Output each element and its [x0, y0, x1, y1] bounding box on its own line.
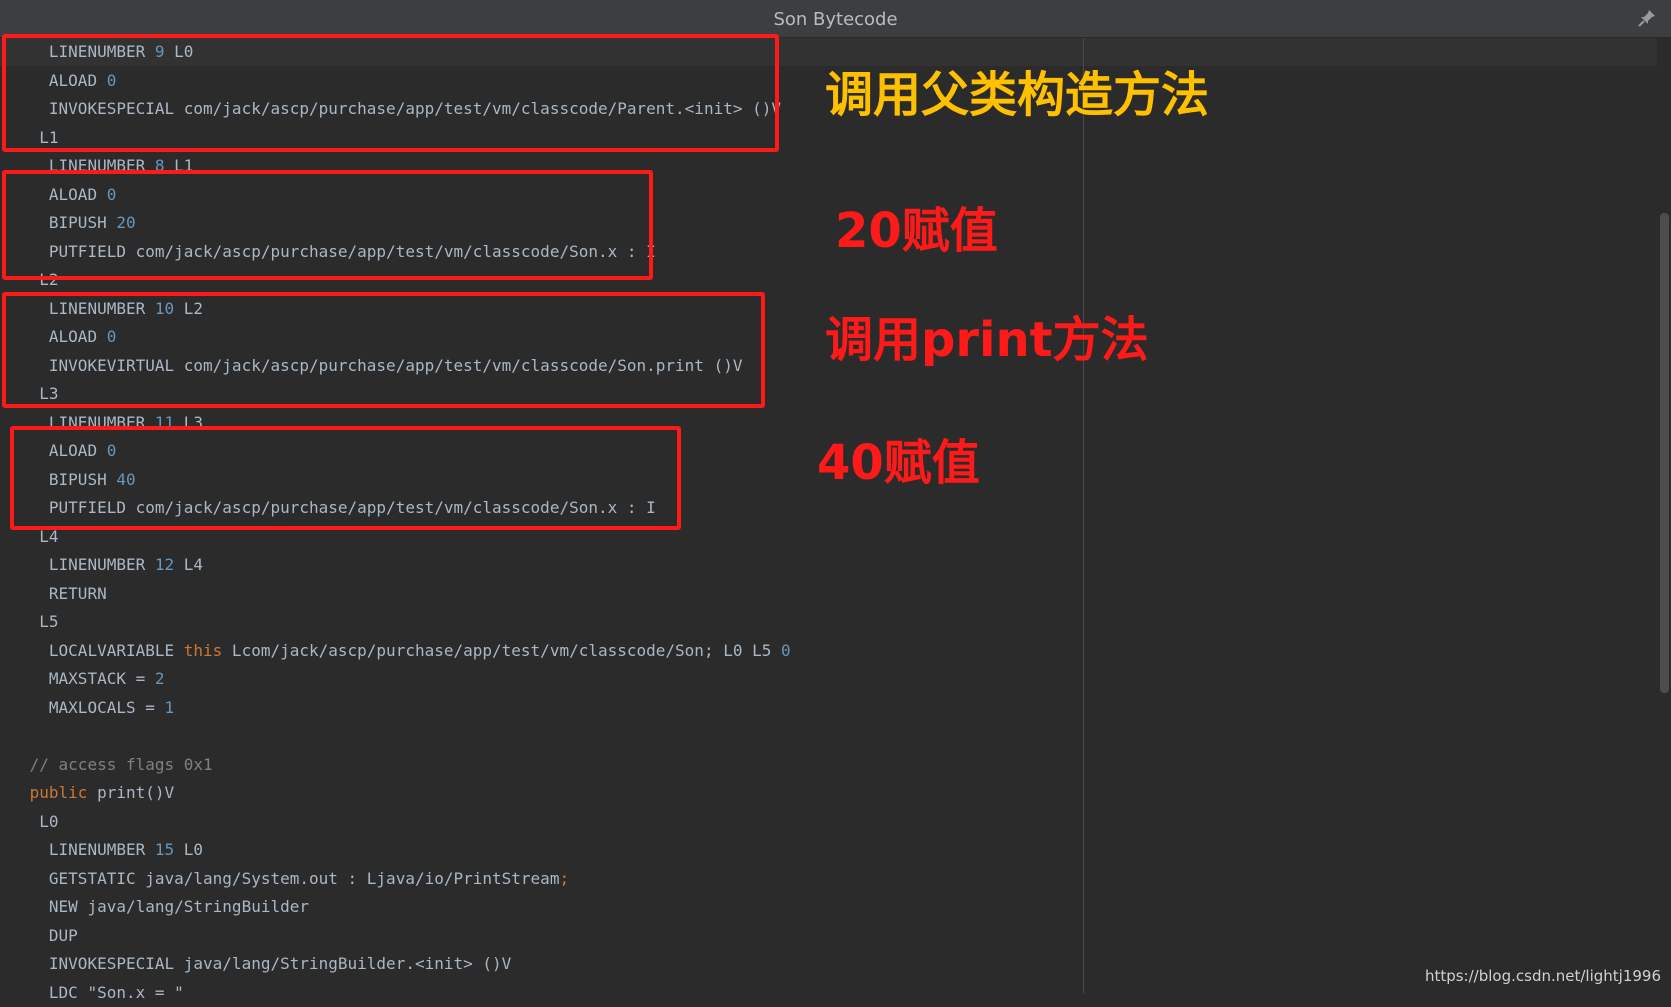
watermark: https://blog.csdn.net/lightj1996	[1425, 967, 1661, 985]
code-line: MAXLOCALS = 1	[20, 694, 174, 723]
pin-icon[interactable]	[1637, 8, 1657, 28]
code-token: INVOKESPECIAL java/lang/StringBuilder.<i…	[49, 954, 511, 973]
code-line: L5	[20, 608, 59, 637]
code-line: LINENUMBER 12 L4	[20, 551, 203, 580]
code-line: GETSTATIC java/lang/System.out : Ljava/i…	[20, 865, 569, 894]
code-token: GETSTATIC java/lang/System.out : Ljava/i…	[49, 869, 560, 888]
code-line: NEW java/lang/StringBuilder	[20, 893, 309, 922]
code-token: print()V	[87, 783, 174, 802]
code-token: LDC "Son.x = "	[49, 983, 184, 1002]
code-token: LOCALVARIABLE	[49, 641, 184, 660]
title-bar: Son Bytecode	[0, 0, 1671, 38]
code-line: RETURN	[20, 580, 107, 609]
annotation-label-super-constructor: 调用父类构造方法	[825, 55, 1209, 125]
code-indent	[20, 555, 49, 574]
code-indent	[20, 669, 49, 688]
code-line: DUP	[20, 922, 78, 951]
code-token: // access flags 0x1	[30, 755, 213, 774]
scrollbar-thumb[interactable]	[1660, 213, 1669, 693]
code-token: L5	[39, 612, 58, 631]
code-token: public	[30, 783, 88, 802]
annotation-label-assign-40: 40赋值	[817, 423, 980, 493]
code-token: LINENUMBER	[49, 555, 155, 574]
code-token: 2	[155, 669, 165, 688]
code-indent	[20, 926, 49, 945]
code-token: this	[184, 641, 223, 660]
code-token: RETURN	[49, 584, 107, 603]
code-indent	[20, 869, 49, 888]
annotation-box-invoke-print	[2, 292, 765, 408]
code-indent	[20, 783, 30, 802]
code-line: LINENUMBER 15 L0	[20, 836, 203, 865]
code-token: ;	[559, 869, 569, 888]
code-line: L0	[20, 808, 59, 837]
code-token: 15	[155, 840, 174, 859]
code-indent	[20, 840, 49, 859]
code-indent	[20, 812, 39, 831]
code-token: NEW java/lang/StringBuilder	[49, 897, 309, 916]
code-indent	[20, 698, 49, 717]
code-line: public print()V	[20, 779, 174, 808]
code-indent	[20, 584, 49, 603]
window-title: Son Bytecode	[0, 9, 1671, 30]
annotation-label-invoke-print: 调用print方法	[825, 300, 1149, 370]
code-indent	[20, 983, 49, 1002]
code-token: 12	[155, 555, 174, 574]
code-indent	[20, 897, 49, 916]
code-token: L0	[39, 812, 58, 831]
annotation-box-super-constructor	[2, 34, 779, 152]
code-token: MAXLOCALS =	[49, 698, 165, 717]
code-indent	[20, 641, 49, 660]
code-token: 0	[781, 641, 791, 660]
code-token: L0	[174, 840, 203, 859]
code-line: MAXSTACK = 2	[20, 665, 165, 694]
annotation-box-assign-20	[2, 170, 653, 280]
code-token: DUP	[49, 926, 78, 945]
code-token: 1	[165, 698, 175, 717]
code-indent	[20, 612, 39, 631]
code-indent	[20, 755, 30, 774]
code-line: LOCALVARIABLE this Lcom/jack/ascp/purcha…	[20, 637, 791, 666]
code-line: // access flags 0x1	[20, 751, 213, 780]
code-token: Lcom/jack/ascp/purchase/app/test/vm/clas…	[222, 641, 781, 660]
code-token: L4	[174, 555, 203, 574]
code-token: MAXSTACK =	[49, 669, 155, 688]
bytecode-editor[interactable]: LINENUMBER 9 L0 ALOAD 0 INVOKESPECIAL co…	[0, 38, 1671, 993]
vertical-scrollbar[interactable]	[1657, 38, 1671, 993]
annotation-label-assign-20: 20赋值	[835, 191, 998, 261]
right-margin-guide	[1083, 38, 1084, 993]
code-line: INVOKESPECIAL java/lang/StringBuilder.<i…	[20, 950, 511, 979]
code-indent	[20, 954, 49, 973]
annotation-box-assign-40	[10, 426, 681, 530]
code-token: LINENUMBER	[49, 840, 155, 859]
